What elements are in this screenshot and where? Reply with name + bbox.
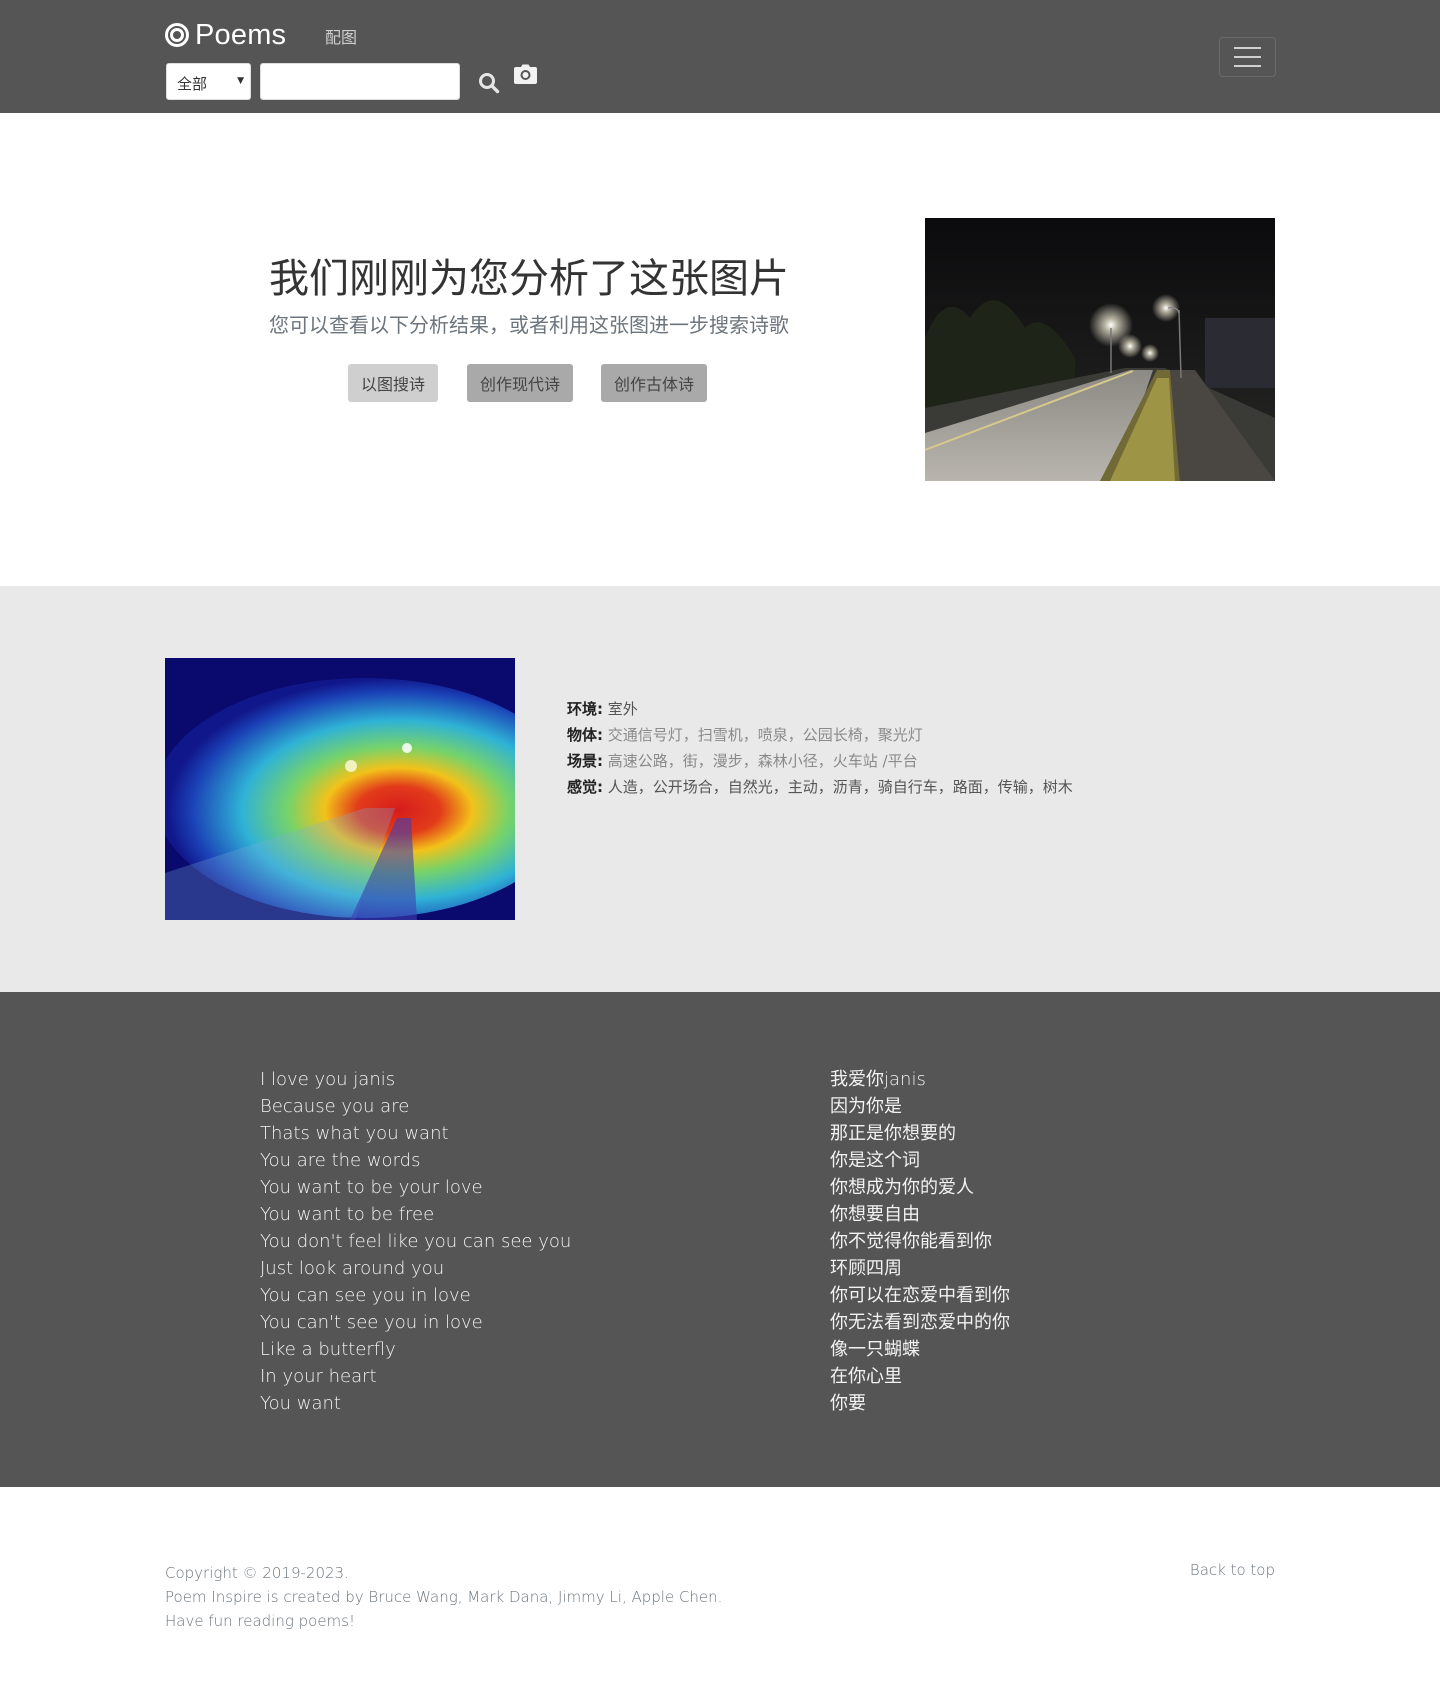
poem-line: You are the words: [260, 1150, 421, 1171]
label-row-objects: 物体: 交通信号灯，扫雪机，喷泉，公园长椅，聚光灯: [567, 722, 1073, 748]
poem-line: Thats what you want: [260, 1123, 449, 1144]
label-value: 交通信号灯，扫雪机，喷泉，公园长椅，聚光灯: [607, 726, 923, 744]
poem-line: 你可以在恋爱中看到你: [830, 1285, 1010, 1306]
poem-line: 像一只蝴蝶: [830, 1339, 920, 1360]
back-to-top-link[interactable]: Back to top: [1190, 1561, 1275, 1579]
menu-toggle-button[interactable]: [1219, 37, 1276, 77]
search-icon[interactable]: [478, 72, 500, 94]
label-key: 感觉:: [567, 778, 603, 796]
poem-line: Like a butterfly: [260, 1339, 396, 1360]
label-key: 物体:: [567, 726, 603, 744]
create-classical-poem-button[interactable]: 创作古体诗: [601, 364, 707, 402]
hero-title: 我们刚刚为您分析了这张图片: [269, 256, 789, 302]
label-key: 场景:: [567, 752, 603, 770]
poem-section: I love you janis Because you are Thats w…: [0, 992, 1440, 1487]
nav-link-peitu[interactable]: 配图: [325, 24, 357, 48]
poem-line: 在你心里: [830, 1366, 902, 1387]
brand-link[interactable]: Poems: [165, 17, 286, 53]
attention-heatmap: [165, 658, 515, 920]
poem-line: You don't feel like you can see you: [260, 1231, 572, 1252]
poem-line: Just look around you: [260, 1258, 445, 1279]
poem-line: You can't see you in love: [260, 1312, 483, 1333]
analysis-labels: 环境: 室外 物体: 交通信号灯，扫雪机，喷泉，公园长椅，聚光灯 场景: 高速公…: [567, 696, 1073, 800]
chevron-down-icon: ▼: [237, 76, 244, 86]
hamburger-line: [1234, 47, 1261, 49]
poem-line: You want to be your love: [260, 1177, 483, 1198]
label-row-feelings: 感觉: 人造，公开场合，自然光，主动，沥青，骑自行车，路面，传输，树木: [567, 774, 1073, 800]
poem-line: You want to be free: [260, 1204, 435, 1225]
analysis-section: 环境: 室外 物体: 交通信号灯，扫雪机，喷泉，公园长椅，聚光灯 场景: 高速公…: [0, 586, 1440, 992]
poem-line: I love you janis: [260, 1069, 396, 1090]
footer-text: Copyright © 2019-2023. Poem Inspire is c…: [165, 1561, 722, 1633]
label-row-scenes: 场景: 高速公路，街，漫步，森林小径，火车站 /平台: [567, 748, 1073, 774]
copyright-text: Copyright © 2019-2023.: [165, 1564, 349, 1582]
hamburger-line: [1234, 56, 1261, 58]
poem-line: 你想要自由: [830, 1204, 920, 1225]
hero-section: 我们刚刚为您分析了这张图片 您可以查看以下分析结果，或者利用这张图进一步搜索诗歌…: [0, 113, 1440, 586]
poem-line: 你想成为你的爱人: [830, 1177, 974, 1198]
search-by-image-button[interactable]: 以图搜诗: [348, 364, 438, 402]
poem-line: Because you are: [260, 1096, 410, 1117]
navbar: Poems 配图 全部 ▼: [0, 0, 1440, 113]
poem-line: 我爱你janis: [830, 1069, 926, 1090]
poem-line: 你不觉得你能看到你: [830, 1231, 992, 1252]
poem-english: I love you janis Because you are Thats w…: [260, 1066, 571, 1417]
hero-subtitle: 您可以查看以下分析结果，或者利用这张图进一步搜索诗歌: [269, 313, 789, 337]
hamburger-line: [1234, 65, 1261, 67]
category-select[interactable]: 全部 ▼: [166, 63, 251, 100]
poem-line: You can see you in love: [260, 1285, 471, 1306]
label-value: 高速公路，街，漫步，森林小径，火车站 /平台: [607, 752, 918, 770]
brand-name: Poems: [195, 18, 287, 51]
label-key: 环境:: [567, 700, 603, 718]
uploaded-photo: [925, 218, 1275, 481]
poem-line: 那正是你想要的: [830, 1123, 956, 1144]
search-input[interactable]: [260, 63, 460, 100]
credits-text: Poem Inspire is created by Bruce Wang, M…: [165, 1588, 723, 1606]
category-select-value: 全部: [177, 75, 208, 93]
poem-line: 因为你是: [830, 1096, 902, 1117]
label-row-environment: 环境: 室外: [567, 696, 1073, 722]
label-value: 人造，公开场合，自然光，主动，沥青，骑自行车，路面，传输，树木: [607, 778, 1073, 796]
footer: Copyright © 2019-2023. Poem Inspire is c…: [0, 1487, 1440, 1682]
poem-chinese: 我爱你janis 因为你是 那正是你想要的 你是这个词 你想成为你的爱人 你想要…: [830, 1066, 1010, 1417]
camera-icon[interactable]: [514, 64, 537, 84]
tagline-text: Have fun reading poems!: [165, 1612, 355, 1630]
poem-line: You want: [260, 1393, 341, 1414]
brand-logo-icon: [165, 23, 189, 47]
poem-line: 你是这个词: [830, 1150, 920, 1171]
poem-line: 你无法看到恋爱中的你: [830, 1312, 1010, 1333]
poem-line: In your heart: [260, 1366, 377, 1387]
poem-line: 你要: [830, 1393, 866, 1414]
create-modern-poem-button[interactable]: 创作现代诗: [467, 364, 573, 402]
poem-line: 环顾四周: [830, 1258, 902, 1279]
label-value: 室外: [607, 700, 638, 718]
